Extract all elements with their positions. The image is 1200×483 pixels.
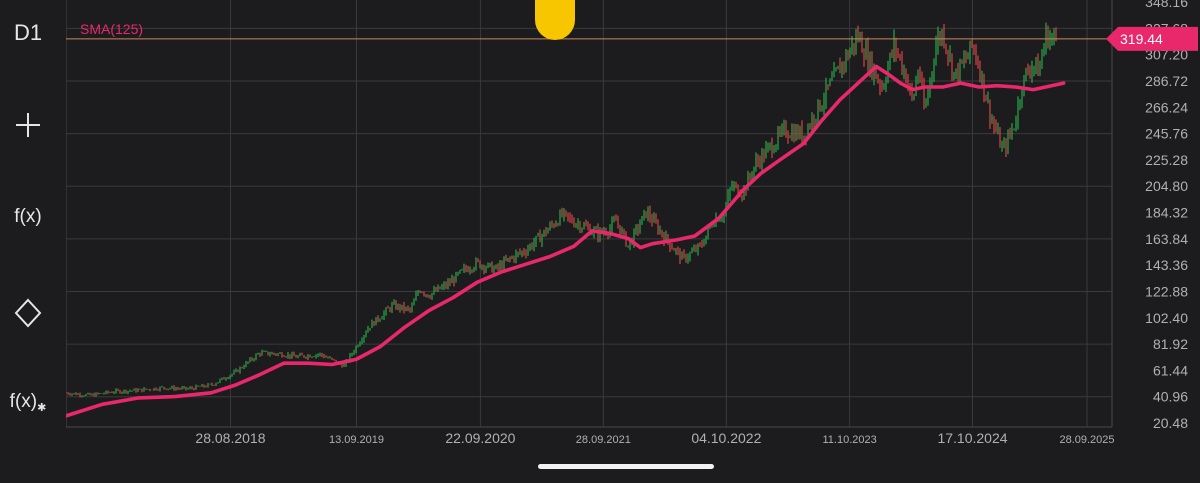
- price-badge: 319.44: [1106, 26, 1198, 51]
- add-icon[interactable]: [0, 110, 56, 145]
- x-tick-label: 28.09.2025: [1059, 434, 1114, 446]
- x-tick-label: 22.09.2020: [445, 430, 515, 446]
- y-tick-label: 163.84: [1145, 231, 1188, 247]
- x-tick-label: 13.09.2019: [329, 434, 384, 446]
- y-tick-label: 102.40: [1145, 310, 1188, 326]
- y-tick-label: 204.80: [1145, 178, 1188, 194]
- price-chart[interactable]: 348.16327.68307.20286.72266.24245.76225.…: [0, 0, 1200, 483]
- indicators-button[interactable]: f(x): [0, 206, 56, 228]
- current-price-label: 319.44: [1120, 31, 1163, 47]
- x-tick-label: 04.10.2022: [691, 430, 761, 446]
- timeframe-button[interactable]: D1: [0, 20, 56, 46]
- indicator-settings-button[interactable]: f(x)✱: [0, 391, 56, 414]
- x-tick-label: 11.10.2023: [822, 434, 876, 446]
- y-tick-label: 245.76: [1145, 126, 1188, 142]
- y-tick-label: 61.44: [1153, 362, 1188, 378]
- x-tick-label: 28.08.2018: [195, 430, 265, 446]
- x-axis[interactable]: 28.08.2018 13.09.2019 22.09.2020 28.09.2021…: [195, 430, 1114, 446]
- indicator-settings-label: f(x): [9, 391, 38, 412]
- y-axis[interactable]: 348.16327.68307.20286.72266.24245.76225.…: [1145, 0, 1188, 431]
- x-tick-label: 28.09.2021: [576, 434, 631, 446]
- x-tick-label: 17.10.2024: [937, 430, 1007, 446]
- y-tick-label: 348.16: [1145, 0, 1188, 10]
- chart-app: 348.16327.68307.20286.72266.24245.76225.…: [0, 0, 1200, 483]
- home-indicator[interactable]: [538, 464, 714, 469]
- indicator-label[interactable]: SMA(125): [80, 21, 143, 37]
- y-tick-label: 266.24: [1145, 99, 1188, 115]
- y-tick-label: 143.36: [1145, 257, 1188, 273]
- chart-grid: [65, 0, 1113, 428]
- y-tick-label: 122.88: [1145, 283, 1188, 299]
- price-series: [65, 22, 1057, 398]
- gear-icon: ✱: [37, 402, 47, 415]
- y-tick-label: 81.92: [1153, 336, 1188, 352]
- y-tick-label: 184.32: [1145, 205, 1188, 221]
- y-tick-label: 286.72: [1145, 73, 1188, 89]
- y-tick-label: 20.48: [1153, 415, 1188, 431]
- drag-handle[interactable]: [535, 0, 575, 40]
- y-tick-label: 40.96: [1153, 389, 1188, 405]
- sma-line: [64, 64, 1066, 418]
- diamond-icon[interactable]: [0, 296, 56, 335]
- y-tick-label: 225.28: [1145, 152, 1188, 168]
- left-toolbar: D1 f(x) f(x)✱: [0, 0, 66, 483]
